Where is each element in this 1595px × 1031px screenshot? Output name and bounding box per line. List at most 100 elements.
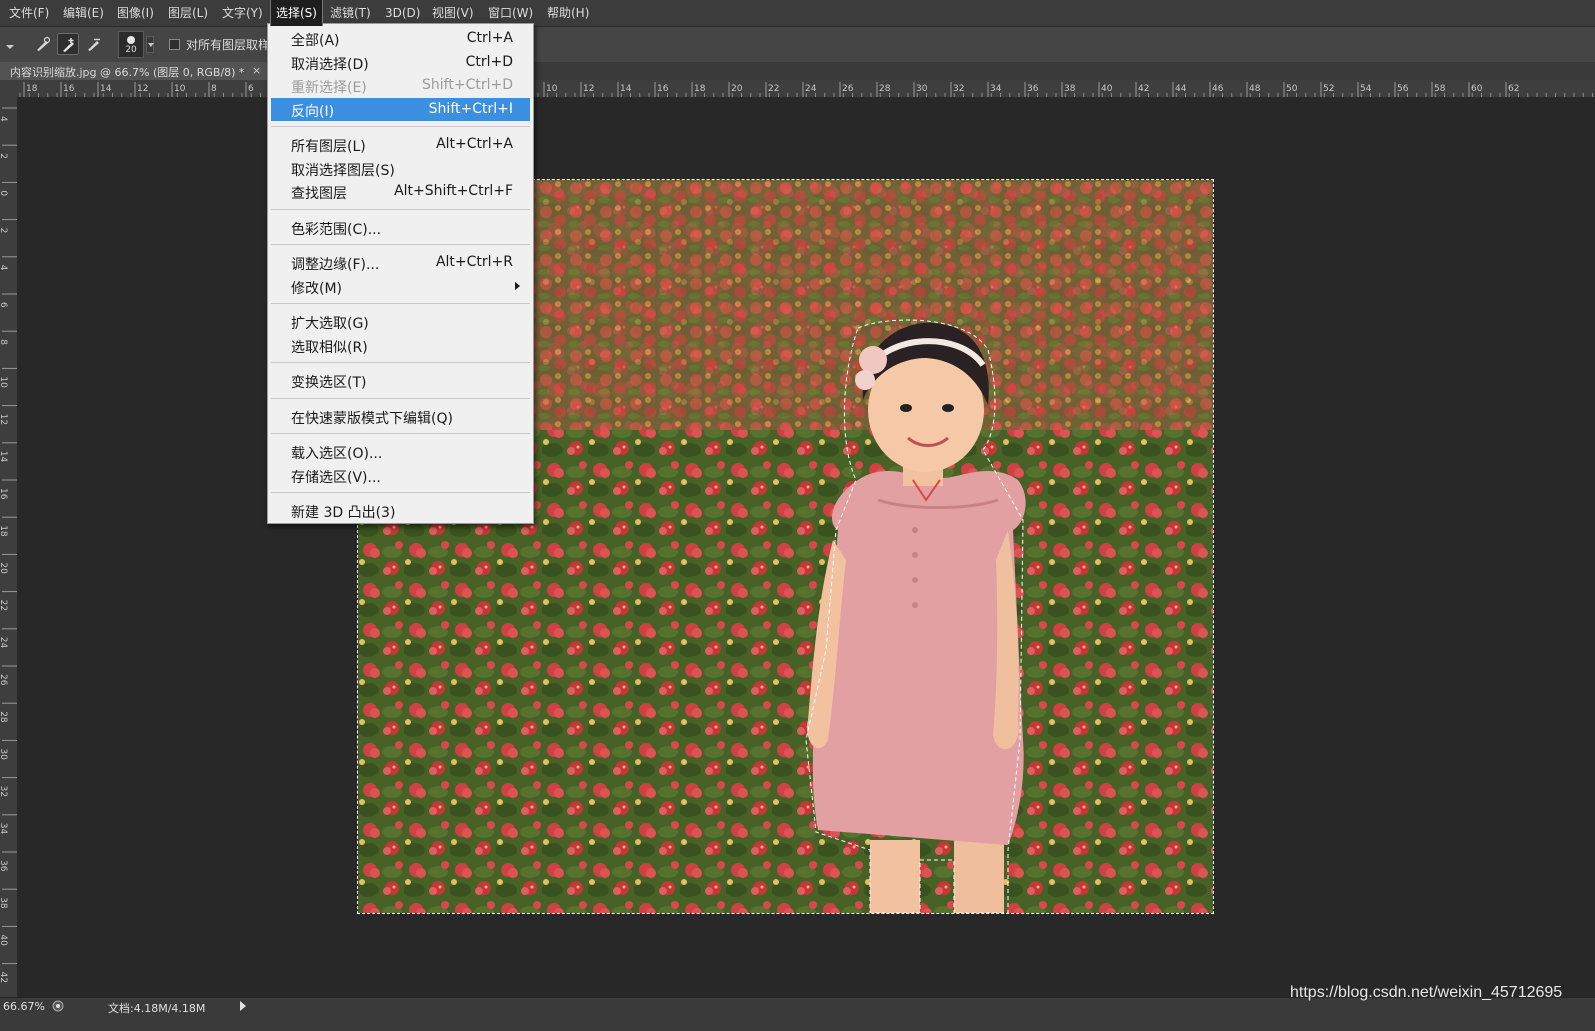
submenu-arrow-icon	[515, 281, 520, 290]
quick-select-brush-icon	[37, 36, 51, 51]
menu-separator	[271, 208, 530, 210]
ruler-tick-label: 52	[1323, 84, 1334, 94]
menu-item-label: 查找图层	[291, 186, 347, 202]
tab-close-button[interactable]: ×	[252, 64, 261, 77]
menu-item-shortcut: Ctrl+A	[466, 30, 513, 46]
menu-separator	[271, 244, 530, 245]
ruler-tick-label: 12	[0, 414, 8, 425]
menu-item-6-0[interactable]: 在快速蒙版模式下编辑(Q)	[271, 405, 530, 428]
menu-item-label: 反向(I)	[291, 103, 335, 120]
menu-item-8-0[interactable]: 新建 3D 凸出(3)	[271, 499, 530, 522]
status-menu-arrow-icon[interactable]	[240, 1001, 246, 1011]
ruler-tick-label: 24	[805, 84, 817, 94]
sample-all-layers-checkbox[interactable]	[169, 39, 180, 50]
menu-item-0-1[interactable]: 取消选择(D) Ctrl+D	[271, 51, 530, 74]
ruler-tick-label: 30	[916, 84, 928, 94]
menu-item-shortcut: Alt+Ctrl+R	[435, 254, 513, 270]
ruler-tick-label: 12	[583, 84, 594, 94]
menu-9[interactable]: 窗口(W)	[483, 0, 538, 26]
ruler-tick-label: 58	[1434, 84, 1446, 94]
tool-preset-dropdown[interactable]	[2, 33, 16, 55]
menu-item-label: 存储选区(V)...	[291, 469, 381, 486]
quick-select-subtract-icon	[88, 38, 100, 51]
quick-select-subtract-button[interactable]	[83, 33, 105, 55]
menu-5[interactable]: 选择(S)	[270, 0, 323, 26]
menu-0[interactable]: 文件(F)	[4, 0, 54, 26]
ruler-tick-label: 50	[1286, 84, 1298, 94]
ruler-tick-label: 42	[0, 972, 8, 983]
menu-item-0-3[interactable]: 反向(I) Shift+Ctrl+I	[271, 97, 530, 121]
ruler-tick-label: 20	[0, 562, 8, 574]
ruler-tick-label: 4	[0, 265, 8, 271]
menu-6[interactable]: 滤镜(T)	[325, 0, 376, 26]
menu-10[interactable]: 帮助(H)	[542, 0, 594, 26]
menu-item-3-1[interactable]: 修改(M)	[271, 275, 530, 298]
menu-item-shortcut: Shift+Ctrl+I	[428, 100, 513, 117]
menu-separator	[271, 492, 530, 493]
ruler-tick-label: 16	[0, 488, 8, 500]
menu-item-label: 全部(A)	[291, 33, 340, 49]
menu-separator	[271, 126, 530, 127]
ruler-tick-label: 16	[657, 84, 669, 94]
ruler-tick-label: 14	[100, 84, 112, 94]
ruler-tick-label: 32	[0, 786, 8, 797]
ruler-tick-label: 34	[0, 823, 8, 835]
ruler-tick-label: 42	[1138, 84, 1149, 94]
menu-7[interactable]: 3D(D)	[380, 0, 425, 26]
ruler-tick-label: 0	[0, 190, 8, 196]
brush-picker-dropdown[interactable]	[146, 36, 154, 53]
menu-item-label: 变换选区(T)	[291, 375, 367, 391]
quick-select-add-button[interactable]	[57, 33, 79, 55]
ruler-tick-label: 2	[0, 153, 8, 159]
menu-item-0-0[interactable]: 全部(A) Ctrl+A	[271, 27, 530, 50]
menu-item-label: 在快速蒙版模式下编辑(Q)	[291, 410, 453, 427]
menu-item-5-0[interactable]: 变换选区(T)	[271, 369, 530, 392]
ruler-tick-label: 28	[879, 84, 891, 94]
ruler-tick-label: 2	[0, 228, 8, 234]
ruler-horizontal[interactable]: 18 16 14 12 10 8 6 10 12 14 16 18 20 22 24 26 28 30 32 34 36…	[0, 80, 1595, 98]
watermark-text: https://blog.csdn.net/weixin_45712695	[1290, 984, 1563, 1001]
document-tab[interactable]: 内容识别缩放.jpg @ 66.7% (图层 0, RGB/8) * ×	[0, 62, 269, 80]
menu-item-4-1[interactable]: 选取相似(R)	[271, 334, 530, 357]
ruler-tick-label: 14	[620, 84, 632, 94]
menu-8[interactable]: 视图(V)	[427, 0, 479, 26]
menu-item-3-0[interactable]: 调整边缘(F)... Alt+Ctrl+R	[271, 251, 530, 274]
menu-item-label: 色彩范围(C)...	[291, 221, 382, 238]
status-bar: 66.67% 文档:4.18M/4.18M	[0, 997, 1595, 1031]
ruler-tick-label: 10	[546, 84, 558, 94]
ruler-tick-label: 12	[137, 84, 148, 94]
menu-4[interactable]: 文字(Y)	[217, 0, 268, 26]
document-size: 文档:4.18M/4.18M	[108, 1002, 206, 1015]
menu-item-1-0[interactable]: 所有图层(L) Alt+Ctrl+A	[271, 133, 530, 156]
quick-select-new-button[interactable]	[32, 33, 54, 55]
ruler-vertical-ticks: 4202468101214161820222426283032343638404…	[0, 107, 17, 983]
menu-separator	[271, 397, 530, 399]
ruler-tick-label: 10	[174, 84, 186, 94]
menu-item-7-0[interactable]: 载入选区(O)...	[271, 440, 530, 463]
brush-size-picker[interactable]: 20	[118, 31, 144, 58]
menu-item-4-0[interactable]: 扩大选取(G)	[271, 310, 530, 333]
menu-3[interactable]: 图层(L)	[163, 0, 213, 26]
sample-all-layers-label: 对所有图层取样	[186, 38, 271, 52]
ruler-tick-label: 22	[768, 84, 779, 94]
ruler-vertical[interactable]: 4 2 0 2 4 6 8 10 12 14 16 18 20 22 24 26 28 30 32 34 36 38 40 4…	[0, 97, 18, 997]
menu-2[interactable]: 图像(I)	[112, 0, 159, 26]
menu-item-label: 取消选择(D)	[291, 56, 369, 73]
options-bar: 20 对所有图层取样	[0, 27, 1595, 63]
menu-item-2-0[interactable]: 色彩范围(C)...	[271, 216, 530, 239]
ruler-tick-label: 36	[1027, 84, 1039, 94]
ruler-tick-label: 16	[63, 84, 75, 94]
menu-item-1-1[interactable]: 取消选择图层(S)	[271, 157, 530, 180]
zoom-level[interactable]: 66.67%	[3, 1000, 45, 1013]
status-info-icon[interactable]	[52, 1000, 64, 1012]
menu-item-7-1[interactable]: 存储选区(V)...	[271, 464, 530, 487]
menu-item-1-2[interactable]: 查找图层 Alt+Shift+Ctrl+F	[271, 180, 530, 203]
ruler-tick-label: 28	[0, 711, 8, 723]
menu-1[interactable]: 编辑(E)	[58, 0, 109, 26]
menu-separator	[271, 362, 530, 363]
quick-select-add-icon	[63, 38, 74, 52]
menu-item-shortcut: Shift+Ctrl+D	[422, 77, 513, 93]
ruler-tick-label: 60	[1471, 84, 1483, 94]
ruler-tick-label: 46	[1212, 84, 1224, 94]
ruler-tick-label: 30	[0, 748, 8, 760]
